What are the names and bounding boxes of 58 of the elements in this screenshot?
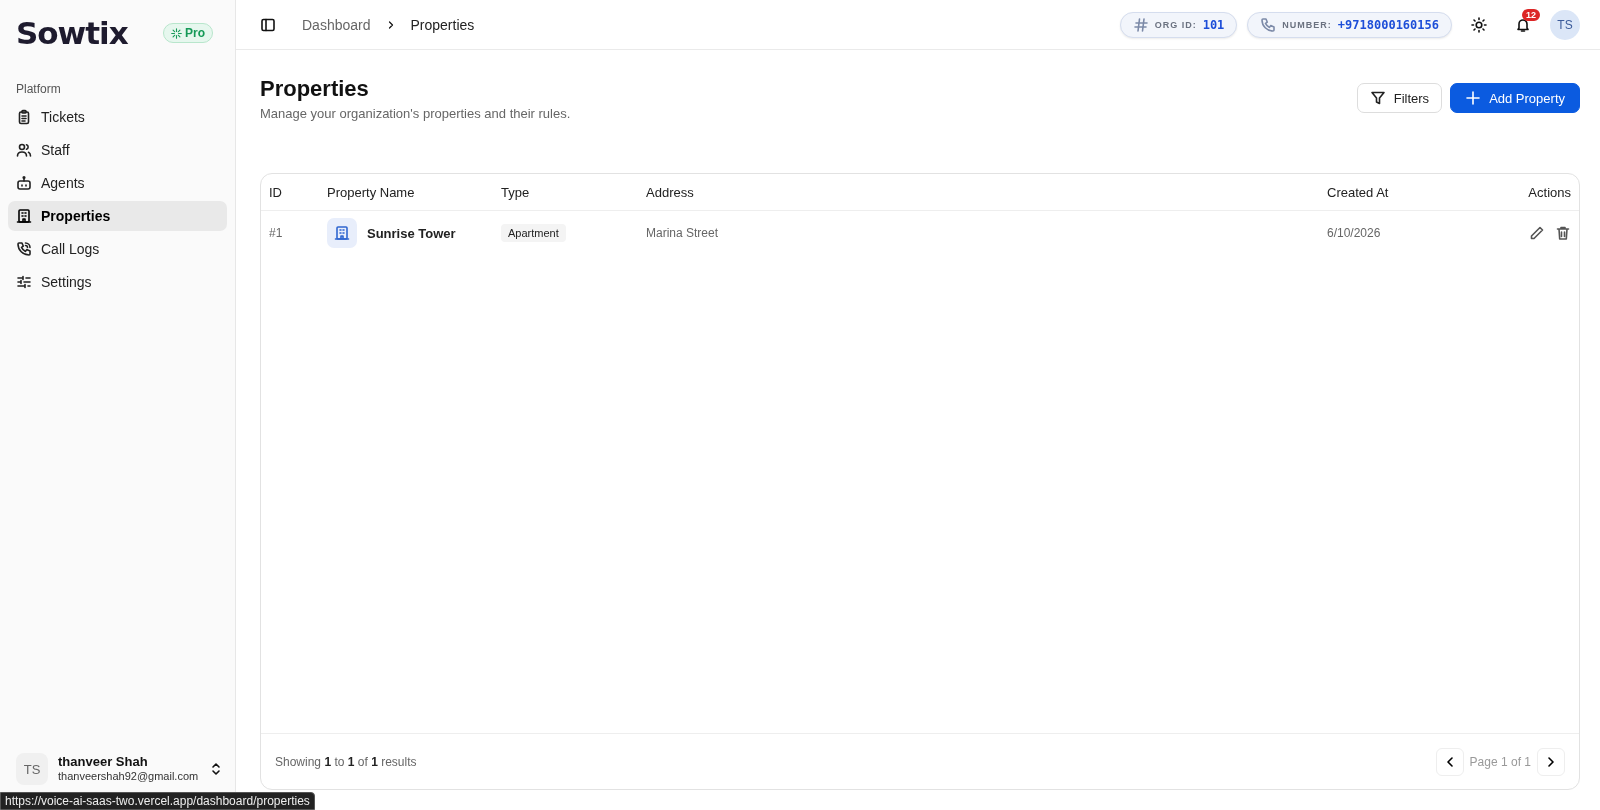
- edit-icon[interactable]: [1529, 225, 1545, 241]
- column-header: Property Name: [319, 174, 493, 211]
- table-cell-text: #1: [268, 225, 284, 242]
- filter-icon: [1369, 90, 1386, 106]
- type-tag: Apartment: [501, 224, 566, 242]
- pill-value: 101: [1202, 17, 1225, 32]
- table-cell-text: Marina Street: [645, 225, 720, 242]
- previous-page-button[interactable]: [1435, 747, 1464, 776]
- user-name: thanveer Shah: [58, 754, 149, 769]
- phone-icon: [16, 241, 32, 257]
- column-header: Actions: [1479, 174, 1579, 211]
- user-email: thanveershah92@gmail.com: [58, 769, 199, 784]
- page-title: Properties: [260, 76, 370, 102]
- nav-item[interactable]: Call Logs: [8, 234, 227, 264]
- section-label: Platform: [15, 81, 62, 98]
- column-header: Created At: [1319, 174, 1479, 211]
- breadcrumb-current: Properties: [410, 16, 475, 33]
- nav-item[interactable]: Properties: [8, 201, 227, 231]
- url-tooltip: https://voice-ai-saas-two.vercel.app/dashboard/properties: [0, 792, 315, 810]
- user-avatar: TS: [16, 753, 48, 785]
- users-icon: [16, 142, 32, 158]
- pill-label: ORG ID:: [1154, 19, 1197, 30]
- bell-icon[interactable]: [1515, 16, 1531, 33]
- add-property-button[interactable]: Add Property: [1450, 83, 1580, 113]
- page-indicator: Page 1 of 1: [1469, 754, 1531, 769]
- pill-label: NUMBER:: [1282, 19, 1332, 30]
- nav-item[interactable]: Agents: [8, 168, 227, 198]
- robot-icon: [16, 175, 32, 191]
- results-summary: Showing 1 to 1 of 1 results: [275, 754, 417, 769]
- filters-button[interactable]: Filters: [1356, 83, 1443, 113]
- plus-icon: [1465, 90, 1482, 106]
- hash-icon: [1132, 16, 1149, 33]
- column-header: Address: [638, 174, 1319, 211]
- property-name: Sunrise Tower: [367, 225, 456, 241]
- nav-item[interactable]: Staff: [8, 135, 227, 165]
- building-icon: [327, 218, 357, 248]
- plan-badge: Pro: [163, 23, 213, 43]
- column-header: ID: [261, 174, 319, 211]
- trash-icon[interactable]: [1555, 225, 1571, 241]
- logo: Sowtix: [16, 15, 128, 51]
- phone-icon: [1260, 16, 1277, 33]
- next-page-button[interactable]: [1537, 747, 1565, 776]
- user-menu[interactable]: TS thanveer Shah thanveershah92@gmail.com: [8, 746, 227, 792]
- user-avatar[interactable]: TS: [1550, 9, 1580, 40]
- nav-item[interactable]: Settings: [8, 267, 227, 297]
- column-header: Type: [493, 174, 638, 211]
- table-cell-text: 6/10/2026: [1326, 225, 1382, 242]
- sliders-icon: [16, 274, 32, 290]
- clipboard-icon: [16, 109, 32, 125]
- pill-value: +9718000160156: [1337, 17, 1439, 32]
- building-icon: [16, 208, 32, 224]
- sun-icon[interactable]: [1471, 16, 1487, 33]
- breadcrumb-link[interactable]: Dashboard: [302, 16, 371, 33]
- notification-badge: 12: [1522, 8, 1540, 21]
- nav-item[interactable]: Tickets: [8, 102, 227, 132]
- page-subtitle: Manage your organization's properties and their rules.: [260, 106, 571, 121]
- sparkle-icon: [171, 27, 182, 39]
- sidebar-toggle-icon[interactable]: [260, 16, 276, 33]
